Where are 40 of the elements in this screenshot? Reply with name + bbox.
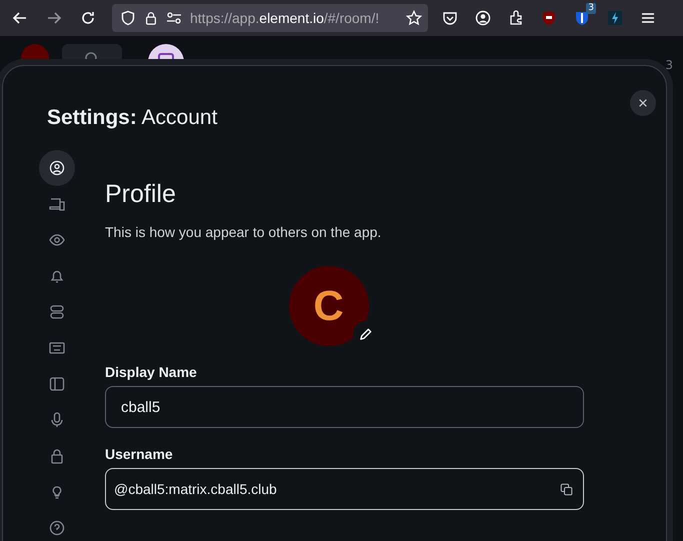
bolt-extension-icon[interactable] bbox=[607, 10, 623, 26]
extension-badge: 3 bbox=[586, 3, 596, 14]
dialog-title: Settings: Account bbox=[47, 106, 218, 130]
sidebar-icon bbox=[49, 376, 65, 392]
profile-avatar[interactable]: C bbox=[288, 266, 368, 346]
star-icon[interactable] bbox=[406, 10, 422, 26]
reload-icon[interactable] bbox=[80, 10, 96, 26]
account-icon[interactable] bbox=[475, 10, 491, 26]
bell-icon bbox=[49, 268, 65, 284]
url-text: https://app.element.io/#/room/! bbox=[190, 10, 380, 26]
section-heading: Profile bbox=[105, 180, 177, 209]
section-description: This is how you appear to others on the app. bbox=[105, 224, 382, 240]
shield-extension-icon[interactable] bbox=[541, 10, 557, 26]
address-bar[interactable]: https://app.element.io/#/room/! bbox=[112, 4, 428, 32]
username-field[interactable]: @cball5:matrix.cball5.club bbox=[105, 468, 584, 510]
member-count: 3 bbox=[665, 58, 673, 72]
lock-icon[interactable] bbox=[144, 10, 158, 26]
field-value: @cball5:matrix.cball5.club bbox=[114, 481, 277, 497]
microphone-icon bbox=[49, 412, 65, 428]
copy-icon[interactable] bbox=[560, 482, 573, 496]
field-label: Username bbox=[105, 446, 174, 462]
pencil-icon bbox=[358, 326, 373, 342]
eye-icon bbox=[49, 232, 65, 248]
forward-icon[interactable] bbox=[46, 10, 62, 26]
settings-tab[interactable] bbox=[39, 150, 75, 186]
back-icon[interactable] bbox=[12, 10, 28, 26]
shield-icon[interactable] bbox=[120, 10, 136, 26]
user-icon bbox=[49, 160, 65, 176]
help-icon bbox=[49, 520, 65, 536]
pocket-icon[interactable] bbox=[442, 10, 458, 26]
devices-icon bbox=[49, 196, 65, 212]
close-button[interactable] bbox=[630, 90, 656, 116]
lock-icon bbox=[49, 448, 65, 464]
password-manager-icon[interactable] bbox=[574, 10, 590, 26]
display-name-field[interactable]: cball5 bbox=[105, 386, 584, 428]
permissions-icon[interactable] bbox=[166, 10, 182, 26]
extensions-icon[interactable] bbox=[508, 10, 524, 26]
toggles-icon bbox=[49, 304, 65, 320]
close-icon bbox=[638, 98, 648, 108]
field-label: Display Name bbox=[105, 364, 198, 380]
